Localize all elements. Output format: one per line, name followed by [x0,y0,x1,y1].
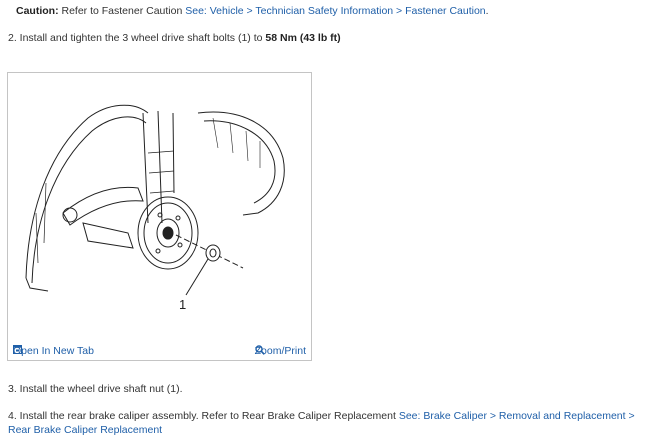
figure-panel: 1 Open In New Tab Zoom/Print [7,72,312,361]
open-tab-icon [13,345,22,354]
caution-note: Caution: Refer to Fastener Caution See: … [16,5,489,17]
step-3: 3. Install the wheel drive shaft nut (1)… [8,383,183,395]
callout-1: 1 [179,297,186,312]
open-in-new-tab-button[interactable]: Open In New Tab [13,345,94,357]
step-4-text: 4. Install the rear brake caliper assemb… [8,410,399,422]
zoom-print-button[interactable]: Zoom/Print [255,345,306,357]
step-2-torque: 58 Nm (43 lb ft) [265,32,341,44]
magnifier-icon [254,345,265,355]
caution-text: Refer to Fastener Caution [58,5,186,17]
step-3-text: 3. Install the wheel drive shaft nut (1)… [8,383,183,395]
step-4: 4. Install the rear brake caliper assemb… [8,409,648,437]
step-2: 2. Install and tighten the 3 wheel drive… [8,32,341,44]
figure-toolbar: Open In New Tab Zoom/Print [8,342,311,360]
caution-tail: . [485,5,489,17]
caution-label: Caution: [16,5,59,17]
step-2-text: 2. Install and tighten the 3 wheel drive… [8,32,266,44]
fastener-caution-link[interactable]: See: Vehicle > Technician Safety Informa… [185,5,485,17]
open-in-new-tab-label: Open In New Tab [13,345,94,357]
drive-shaft-illustration[interactable]: 1 [8,73,313,343]
